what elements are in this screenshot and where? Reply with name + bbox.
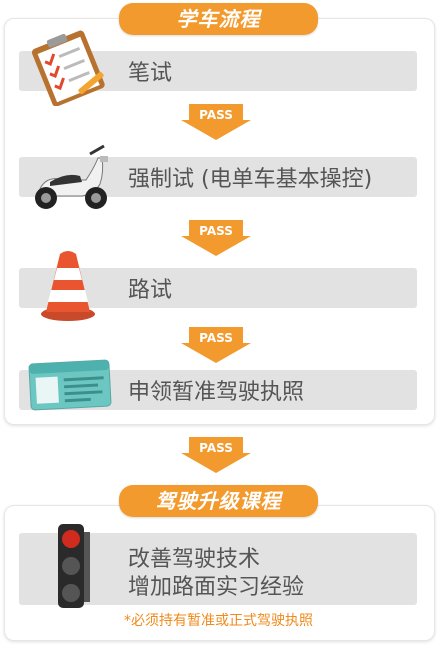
pass-label: PASS: [199, 441, 233, 455]
upgrade-line-2: 增加路面实习经验: [128, 575, 305, 600]
pass-label: PASS: [199, 224, 233, 238]
pass-arrow-1: PASS: [181, 104, 251, 140]
upgrade-title-banner: 驾驶升级课程: [119, 485, 318, 517]
step-label-road-test: 路试: [128, 278, 173, 303]
pass-arrow-4: PASS: [181, 437, 251, 473]
step-label-written-test: 笔试: [128, 61, 173, 86]
license-card-icon: [28, 358, 112, 412]
requirement-note: *必须持有暂准或正式驾驶执照: [124, 613, 313, 629]
traffic-light-icon: [50, 522, 100, 612]
step-label-skill-test: 强制试 (电单车基本操控): [128, 167, 373, 192]
scooter-icon: [24, 142, 118, 212]
traffic-cone-icon: [40, 248, 96, 322]
clipboard-checklist-icon: [24, 30, 110, 107]
step-label-license: 申领暂准驾驶执照: [128, 380, 305, 405]
process-title-banner: 学车流程: [119, 3, 318, 35]
pass-arrow-3: PASS: [181, 327, 251, 363]
pass-label: PASS: [199, 331, 233, 345]
pass-arrow-2: PASS: [181, 220, 251, 256]
pass-label: PASS: [199, 108, 233, 122]
